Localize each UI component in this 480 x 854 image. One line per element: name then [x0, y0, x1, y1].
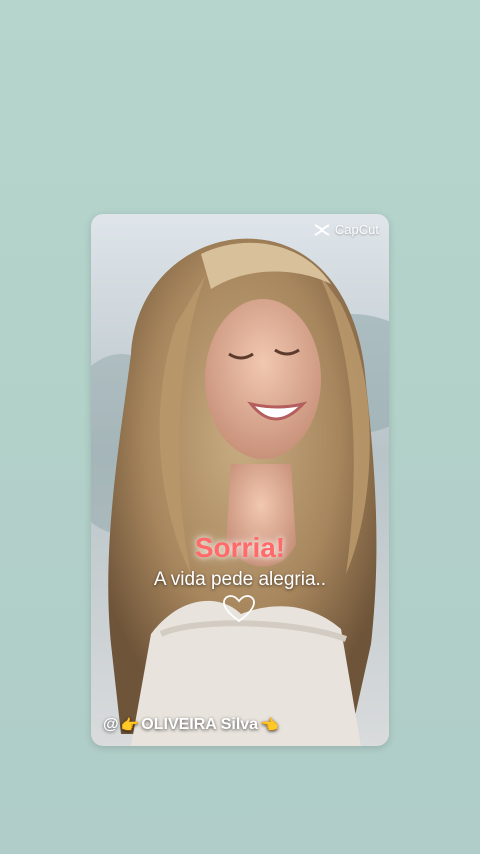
photo-woman-smiling: [91, 214, 389, 746]
capcut-logo-icon: [314, 223, 330, 236]
credit-prefix: @: [103, 716, 119, 733]
pointing-left-hand-icon: 👈: [260, 717, 279, 734]
headline-text: Sorria!: [194, 532, 286, 563]
credit-name: OLIVEIRA Silva: [141, 716, 259, 733]
capcut-label: CapCut: [334, 222, 379, 237]
video-card[interactable]: CapCut Sorria! A vida pede alegria.. @ 👉…: [91, 214, 389, 746]
capcut-watermark: CapCut: [313, 222, 379, 237]
subtitle-text: A vida pede alegria..: [153, 569, 327, 590]
creator-credit[interactable]: @ 👉 OLIVEIRA Silva 👈: [103, 716, 279, 734]
pointing-right-hand-icon: 👉: [120, 717, 140, 734]
heart-outline-icon: [223, 595, 255, 623]
